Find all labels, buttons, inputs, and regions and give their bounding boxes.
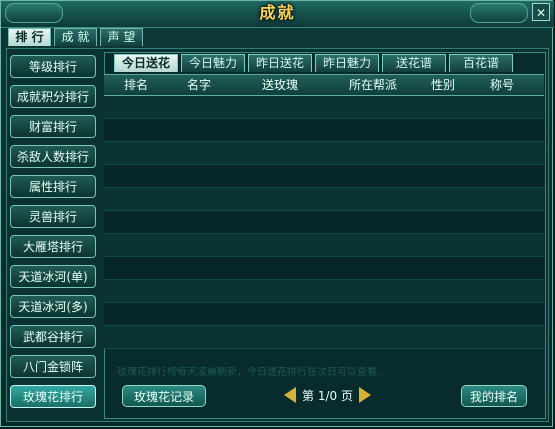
tab-today-charm[interactable]: 今日魅力 [181,54,245,72]
table-row [104,211,544,234]
ranking-table: 排名 名字 送玫瑰 所在帮派 性别 称号 [104,74,544,349]
column-guild: 所在帮派 [349,78,398,92]
left-arrow-icon[interactable] [284,387,296,403]
column-title: 称号 [490,78,515,92]
table-header: 排名 名字 送玫瑰 所在帮派 性别 称号 [104,75,544,96]
main-tabs: 排 行 成 就 声 望 [8,28,143,48]
sidebar-item-attributes[interactable]: 属性排行 [10,175,96,198]
sidebar-item-wudu-valley[interactable]: 武都谷排行 [10,325,96,348]
sidebar-item-glacier-single[interactable]: 天道冰河(单) [10,265,96,288]
column-roses-sent: 送玫瑰 [262,78,299,92]
sidebar-item-kills[interactable]: 杀敌人数排行 [10,145,96,168]
sidebar-item-wealth[interactable]: 财富排行 [10,115,96,138]
table-row [104,119,544,142]
right-arrow-icon[interactable] [358,387,371,403]
tab-reputation[interactable]: 声 望 [100,28,143,46]
column-gender: 性别 [431,78,456,92]
tab-yesterday-charm[interactable]: 昨日魅力 [315,54,379,72]
tab-hundred-flowers[interactable]: 百花谱 [449,54,513,72]
page-indicator: 第 1/0 页 [302,388,353,403]
table-row [104,165,544,188]
sidebar-item-level[interactable]: 等级排行 [10,55,96,78]
column-rank: 排名 [124,78,149,92]
table-row [104,280,544,303]
sidebar-item-dayan-tower[interactable]: 大雁塔排行 [10,235,96,258]
tab-ranking[interactable]: 排 行 [8,28,51,46]
sidebar-item-eight-gates[interactable]: 八门金锁阵 [10,355,96,378]
table-row [104,326,544,349]
tab-flower-record[interactable]: 送花谱 [382,54,446,72]
tab-yesterday-flowers[interactable]: 昨日送花 [248,54,312,72]
faded-hint-text: 玫瑰花排行榜每天凌晨刷新，今日送花排行在次日可以查看… [117,367,387,378]
table-row [104,234,544,257]
table-row [104,142,544,165]
title-bar: 成就 ✕ [1,1,554,28]
tab-today-flowers[interactable]: 今日送花 [114,54,178,72]
pagination: 第 1/0 页 [284,385,371,405]
rose-record-button[interactable]: 玫瑰花记录 [122,385,206,407]
column-name: 名字 [187,78,212,92]
sidebar-item-pets[interactable]: 灵兽排行 [10,205,96,228]
title-ornament-right [470,3,528,23]
my-rank-button[interactable]: 我的排名 [461,385,527,407]
sidebar-item-glacier-multi[interactable]: 天道冰河(多) [10,295,96,318]
achievement-window: 成就 ✕ 排 行 成 就 声 望 等级排行 成就积分排行 财富排行 杀敌人数排行… [0,0,554,427]
table-row [104,303,544,326]
table-row [104,96,544,119]
tab-achievement[interactable]: 成 就 [54,28,97,46]
table-row [104,188,544,211]
table-row [104,257,544,280]
close-icon[interactable]: ✕ [532,3,550,21]
sidebar-item-achievement-points[interactable]: 成就积分排行 [10,85,96,108]
ranking-subtabs: 今日送花 今日魅力 昨日送花 昨日魅力 送花谱 百花谱 [114,54,513,74]
sidebar-item-rose[interactable]: 玫瑰花排行 [10,385,96,408]
